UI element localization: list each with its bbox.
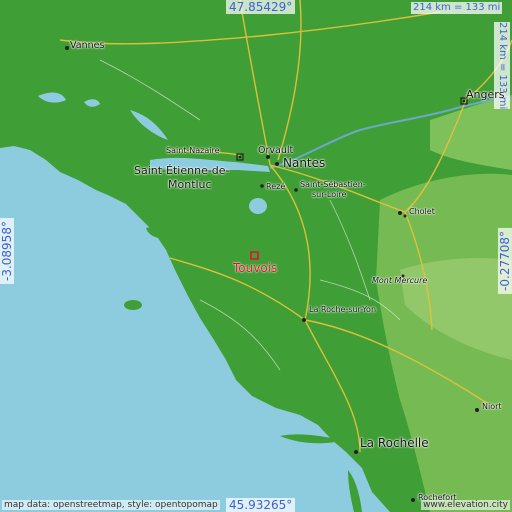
map-credit: map data: openstreetmap, style: opentopo… [2, 500, 220, 510]
coord-bottom: 45.93265° [226, 498, 296, 512]
city-label-niort: Niort [482, 402, 502, 411]
city-label-orvault: Orvault [258, 145, 294, 156]
city-label-cholet: Cholet [409, 207, 435, 216]
site-credit[interactable]: www.elevation.city [421, 500, 510, 510]
coord-right: -0.27708° [498, 228, 512, 294]
scale-horizontal: 214 km = 133 mi [411, 2, 503, 14]
city-label-saint-etienne-line1: Saint-Étienne-de- [134, 164, 230, 177]
coord-left: -3.08958° [0, 218, 14, 284]
city-label-angers: Angers [466, 88, 505, 101]
city-label-saint-etienne-line2: Montluc [168, 178, 212, 191]
city-label-saint-sebastien-line2: sur-Loire [312, 190, 347, 199]
city-label-reze: Rezé [266, 182, 286, 191]
city-label-la-roche-sur-yon: La Roche-sur-Yon [309, 305, 377, 314]
city-label-saint-nazaire: Saint-Nazaire [166, 146, 220, 155]
map-view[interactable]: 47.85429° 45.93265° -3.08958° -0.27708° … [0, 0, 512, 512]
coord-top: 47.85429° [226, 0, 296, 14]
city-label-vannes: Vannes [70, 40, 105, 51]
city-label-saint-sebastien-line1: Saint-Sébastien- [300, 180, 366, 189]
city-label-mont-mercure: Mont Mercure [372, 276, 428, 285]
city-label-la-rochelle: La Rochelle [360, 436, 429, 450]
map-terrain [0, 0, 512, 512]
city-label-nantes: Nantes [283, 156, 326, 170]
target-location-label: Touvois [233, 261, 278, 275]
